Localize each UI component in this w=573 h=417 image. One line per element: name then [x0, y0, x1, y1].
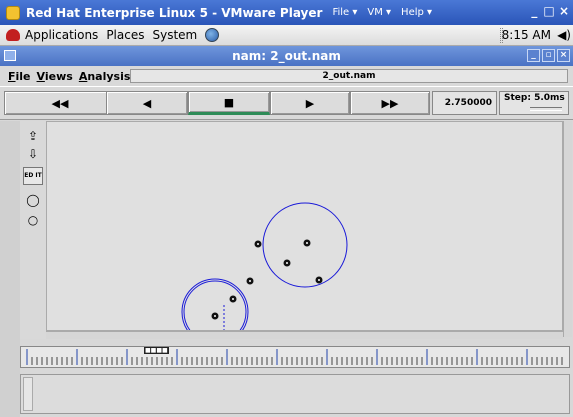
timeline-ticks: [26, 349, 563, 365]
nam-menubar: File Views Analysis 2_out.nam: [0, 66, 573, 86]
left-edge: [0, 121, 20, 417]
node[interactable]: [303, 239, 311, 247]
gnome-panel: Applications Places System 8:15 AM ◀): [0, 25, 573, 46]
vm-menu-file[interactable]: File ▾: [332, 7, 357, 18]
circle-tool-icon[interactable]: ◯: [23, 191, 43, 209]
menu-file-mnemonic: F: [8, 69, 16, 83]
step-slider[interactable]: [530, 107, 562, 111]
node[interactable]: [315, 276, 323, 284]
nam-window-buttons: _ ▫ ×: [527, 49, 570, 62]
redhat-icon: [6, 29, 20, 41]
minimize-button[interactable]: _: [531, 4, 537, 18]
edit-button[interactable]: ED IT: [23, 167, 43, 185]
vmware-window-buttons: _ □ ×: [531, 4, 569, 18]
menu-analysis-rest: nalysis: [87, 69, 131, 83]
trace-filename: 2_out.nam: [130, 69, 568, 83]
nam-close-icon[interactable]: ×: [557, 49, 570, 62]
vm-menu-help[interactable]: Help ▾: [401, 7, 432, 18]
play-button[interactable]: ▶: [270, 91, 350, 115]
zoom-out-icon[interactable]: ⇩: [23, 145, 43, 163]
playback-controls: ◀◀ ◀ ■ ▶ ▶▶ 2.750000 Step: 5.0ms: [0, 86, 573, 120]
range-circle: [183, 280, 247, 330]
nam-maximize-icon[interactable]: ▫: [542, 49, 555, 62]
play-icon: ▶: [305, 96, 315, 110]
stop-icon: ■: [223, 95, 235, 109]
menu-views-mnemonic: V: [36, 69, 45, 83]
vmware-title: Red Hat Enterprise Linux 5 - VMware Play…: [26, 5, 323, 20]
horizontal-scrollbar[interactable]: [46, 331, 563, 339]
stop-button[interactable]: ■: [188, 91, 270, 115]
vmware-menu: File ▾ VM ▾ Help ▾: [332, 7, 432, 18]
node[interactable]: [283, 259, 291, 267]
fast-rewind-icon: ◀◀: [51, 96, 69, 110]
menu-analysis[interactable]: Analysis: [79, 70, 131, 83]
nam-minimize-icon[interactable]: _: [527, 49, 540, 62]
nam-window-title: nam: 2_out.nam: [232, 49, 341, 63]
step-control[interactable]: Step: 5.0ms: [499, 91, 569, 115]
topology-canvas[interactable]: [46, 121, 563, 331]
close-button[interactable]: □ ×: [543, 4, 569, 18]
annotation-pane: [20, 374, 570, 414]
fast-forward-icon: ▶▶: [381, 96, 399, 110]
menu-places[interactable]: Places: [106, 28, 144, 42]
node[interactable]: [254, 240, 262, 248]
vm-menu-vm[interactable]: VM ▾: [367, 7, 391, 18]
node[interactable]: [229, 295, 237, 303]
browser-globe-icon[interactable]: [205, 28, 220, 42]
vmware-title-bar: Red Hat Enterprise Linux 5 - VMware Play…: [0, 0, 573, 25]
menu-views-rest: iews: [44, 69, 73, 83]
time-display: 2.750000: [432, 91, 497, 115]
menu-file-rest: ile: [15, 69, 31, 83]
window-menu-icon[interactable]: [4, 50, 16, 61]
clock[interactable]: 8:15 AM: [502, 28, 551, 42]
vmware-icon: [6, 5, 20, 20]
node[interactable]: [246, 277, 254, 285]
zoom-in-icon[interactable]: ⇪: [23, 127, 43, 145]
tool-strip: ⇪ ⇩ ED IT ◯ ○: [20, 121, 46, 339]
step-label: Step: 5.0ms: [504, 93, 565, 103]
rewind-icon: ◀: [142, 96, 152, 110]
node[interactable]: [211, 312, 219, 320]
menu-views[interactable]: Views: [37, 70, 73, 83]
range-circle: [181, 278, 249, 330]
annotation-scrollbar[interactable]: [23, 377, 33, 411]
small-circle-tool-icon[interactable]: ○: [23, 211, 43, 229]
nam-window-title-bar: nam: 2_out.nam _ ▫ ×: [0, 46, 573, 66]
rewind-button[interactable]: ◀: [106, 91, 188, 115]
menu-file[interactable]: File: [8, 70, 31, 83]
volume-icon[interactable]: ◀): [557, 28, 571, 42]
vertical-scrollbar[interactable]: [563, 121, 572, 337]
timeline[interactable]: ■■■■: [20, 346, 570, 368]
fast-rewind-button[interactable]: ◀◀: [4, 91, 116, 115]
timeline-marker[interactable]: ■■■■: [144, 347, 169, 354]
topology-svg: [181, 202, 348, 330]
menu-system[interactable]: System: [152, 28, 197, 42]
fast-forward-button[interactable]: ▶▶: [350, 91, 430, 115]
menu-applications[interactable]: Applications: [25, 28, 98, 42]
